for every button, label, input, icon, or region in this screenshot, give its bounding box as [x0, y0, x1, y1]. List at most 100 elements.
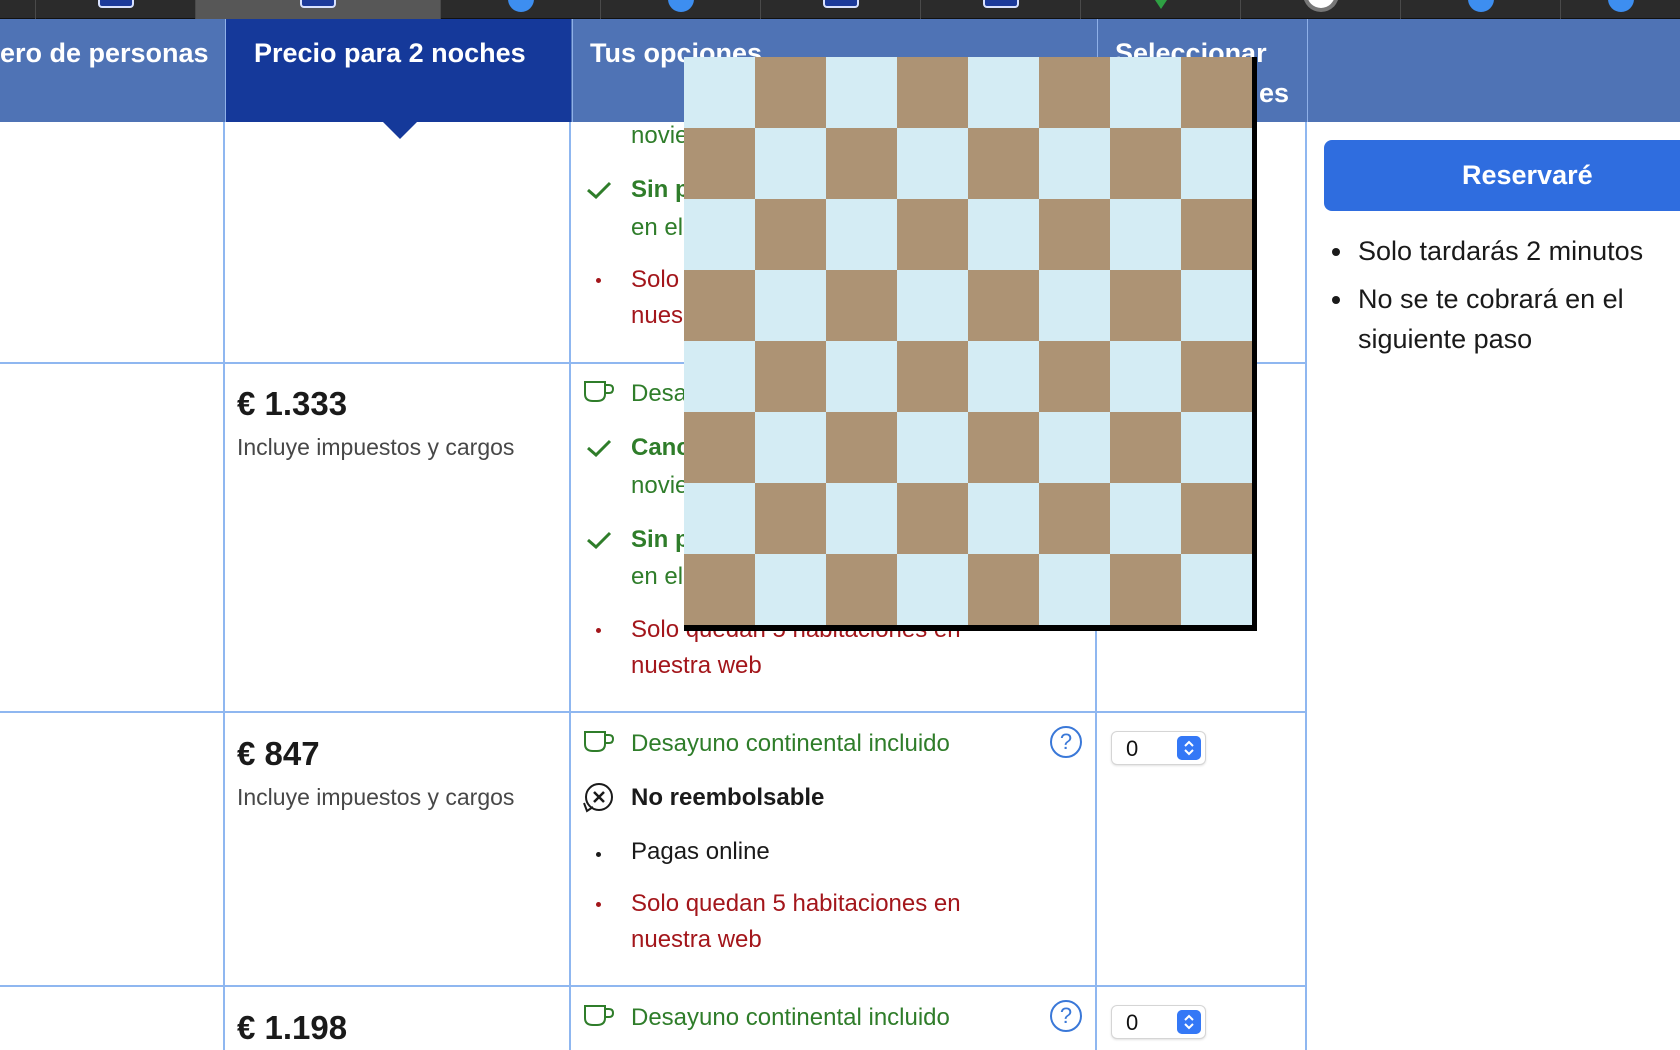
header-price[interactable]: Precio para 2 noches	[226, 19, 571, 122]
browser-tab[interactable]	[600, 0, 760, 19]
browser-tab[interactable]	[1240, 0, 1400, 19]
browser-tab[interactable]	[1560, 0, 1680, 19]
option-availability-line2: nues	[631, 302, 684, 329]
benefit-item: Solo tardarás 2 minutos	[1331, 231, 1643, 271]
checkerboard-square	[755, 341, 826, 412]
browser-tab[interactable]	[760, 0, 920, 19]
checkerboard-square	[1110, 483, 1181, 554]
checkerboard-square	[1039, 483, 1110, 554]
checkerboard-square	[1110, 412, 1181, 483]
benefit-item: No se te cobrará en el	[1331, 279, 1643, 319]
checkerboard-square	[755, 554, 826, 625]
checkerboard-square	[897, 412, 968, 483]
checkerboard-square	[968, 341, 1039, 412]
checkerboard-square	[1039, 412, 1110, 483]
checkerboard-square	[826, 341, 897, 412]
checkerboard-square	[1039, 199, 1110, 270]
room-quantity-select[interactable]: 0	[1111, 1005, 1206, 1039]
option-cancel-date: novie	[631, 122, 689, 149]
checkerboard-square	[755, 270, 826, 341]
option-breakfast: Desayuno continental incluido	[631, 1004, 950, 1031]
checkerboard-square	[826, 128, 897, 199]
site-favicon-icon	[982, 0, 1019, 8]
checkerboard-square	[1110, 57, 1181, 128]
browser-tab[interactable]	[920, 0, 1080, 19]
option-prepayment-note: en el	[631, 214, 684, 241]
checkerboard-square	[968, 554, 1039, 625]
checkerboard-square	[1039, 57, 1110, 128]
checkerboard-square	[826, 270, 897, 341]
checkerboard-square	[897, 341, 968, 412]
checkerboard-square	[1181, 57, 1252, 128]
help-icon[interactable]: ?	[1050, 726, 1082, 758]
coffee-cup-icon	[584, 731, 615, 752]
check-icon	[587, 531, 612, 549]
checkerboard-square	[755, 412, 826, 483]
checkerboard-square	[1039, 128, 1110, 199]
checkerboard-square	[1181, 270, 1252, 341]
checkerboard-square	[1039, 341, 1110, 412]
checkerboard-square	[897, 128, 968, 199]
option-availability-line2: nuestra web	[631, 652, 762, 679]
checkerboard-square	[968, 270, 1039, 341]
browser-tab[interactable]	[35, 0, 195, 19]
reserve-benefits-list: Solo tardarás 2 minutos No se te cobrará…	[1331, 231, 1643, 359]
checkerboard-square	[755, 128, 826, 199]
room-price: € 847	[237, 735, 320, 772]
site-favicon-icon	[1607, 0, 1634, 12]
bullet-icon	[596, 278, 601, 283]
browser-tab[interactable]	[1400, 0, 1560, 19]
checkerboard-square	[826, 199, 897, 270]
room-quantity-select[interactable]: 0	[1111, 731, 1206, 765]
option-availability: Solo	[631, 266, 680, 293]
checkerboard-square	[684, 341, 755, 412]
checkerboard-square	[1181, 199, 1252, 270]
checkerboard-square	[968, 57, 1039, 128]
checkerboard-square	[684, 57, 755, 128]
option-breakfast: Desayuno continental incluido	[631, 730, 950, 757]
checkerboard-square	[1110, 554, 1181, 625]
checkerboard-square	[1110, 128, 1181, 199]
site-favicon-icon	[97, 0, 134, 8]
option-prepayment-note: en el	[631, 563, 684, 590]
site-favicon-icon	[1302, 0, 1339, 12]
browser-tab[interactable]	[1080, 0, 1240, 19]
room-price: € 1.333	[237, 385, 348, 422]
checkerboard-square	[1181, 412, 1252, 483]
site-favicon-icon	[300, 0, 336, 8]
check-icon	[587, 439, 612, 457]
checkerboard-square	[1181, 554, 1252, 625]
checkerboard-square	[897, 57, 968, 128]
option-prepayment: Sin p	[631, 526, 690, 553]
option-pay-online: Pagas online	[631, 838, 770, 865]
checkerboard-square	[968, 412, 1039, 483]
site-favicon-icon	[1154, 0, 1167, 9]
room-quantity-value: 0	[1126, 1010, 1139, 1035]
coffee-cup-icon	[584, 381, 615, 402]
sort-indicator-icon	[383, 122, 417, 139]
site-favicon-icon	[507, 0, 534, 12]
checkerboard-square	[684, 270, 755, 341]
checkerboard-square	[1039, 554, 1110, 625]
browser-tab-active[interactable]	[195, 0, 440, 19]
checkerboard-square	[1181, 128, 1252, 199]
site-favicon-icon	[822, 0, 859, 8]
browser-tab-strip	[0, 0, 1680, 19]
checkerboard-square	[755, 199, 826, 270]
checkerboard-square	[826, 412, 897, 483]
checkerboard-square	[684, 199, 755, 270]
reserve-button[interactable]: Reservaré	[1324, 140, 1680, 211]
checkerboard-square	[897, 554, 968, 625]
checkerboard-square	[897, 270, 968, 341]
option-free-cancel-date: novie	[631, 472, 689, 499]
checkerboard-square	[1181, 341, 1252, 412]
room-quantity-value: 0	[1126, 736, 1139, 761]
header-persons[interactable]: ero de personas	[0, 19, 224, 122]
help-icon[interactable]: ?	[1050, 1000, 1082, 1032]
site-favicon-icon	[667, 0, 694, 12]
checkerboard-square	[897, 199, 968, 270]
site-favicon-icon	[1467, 0, 1494, 12]
browser-tab[interactable]	[440, 0, 600, 19]
checkerboard-square	[826, 483, 897, 554]
check-icon	[587, 181, 612, 199]
